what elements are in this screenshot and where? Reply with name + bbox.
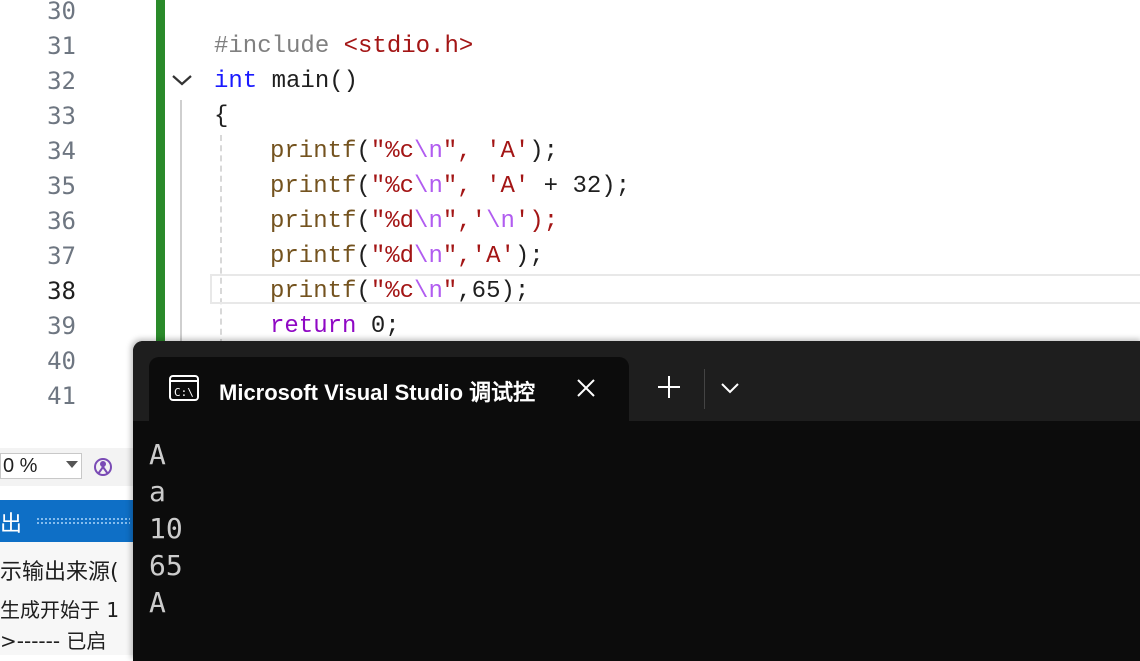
console-icon: C:\ (169, 375, 199, 401)
output-panel-title: 出 (0, 512, 23, 537)
char-argument: ,'A' (457, 243, 515, 270)
escape-sequence: \n (486, 208, 515, 235)
output-line: >------ 已启 (0, 629, 107, 653)
format-string: "%c (370, 278, 415, 305)
escape-sequence: \n (414, 138, 443, 165)
svg-text:C:\: C:\ (174, 386, 194, 399)
preprocessor-directive: #include (214, 33, 330, 60)
string-quote: " (442, 243, 458, 270)
debug-console-window[interactable]: C:\ Microsoft Visual Studio 调试控 A a 10 6… (133, 341, 1140, 661)
indent-guide (220, 135, 222, 345)
type-keyword: int (214, 68, 258, 95)
code-line-31: #include <stdio.h> (214, 29, 473, 64)
function-name: printf (270, 138, 357, 165)
output-line: 生成开始于 1 (0, 598, 120, 622)
chevron-down-icon[interactable] (719, 377, 741, 399)
function-name: printf (270, 278, 357, 305)
escape-sequence: \n (414, 208, 443, 235)
line-number: 35 (47, 172, 76, 200)
terminal-tab[interactable]: C:\ Microsoft Visual Studio 调试控 (149, 357, 629, 421)
line-number: 40 (47, 347, 76, 375)
function-name: printf (270, 208, 357, 235)
output-panel-body: 示输出来源( 生成开始于 1 >------ 已启 (0, 542, 135, 655)
code-cleanup-icon[interactable] (91, 455, 115, 479)
output-line: 示输出来源( (0, 560, 119, 585)
code-line-38: printf("%c\n",65); (270, 278, 530, 305)
line-number: 41 (47, 382, 76, 410)
console-line: 65 (149, 549, 183, 582)
fold-chevron-icon[interactable] (170, 68, 194, 92)
output-panel-header[interactable]: 出 (0, 500, 135, 542)
fold-region-line (180, 100, 182, 350)
terminal-tab-strip: C:\ Microsoft Visual Studio 调试控 (133, 341, 1140, 421)
string-quote: " (442, 138, 458, 165)
return-value: 0; (356, 313, 400, 340)
line-number: 30 (47, 0, 76, 25)
escape-sequence: \n (414, 278, 443, 305)
line-number: 31 (47, 32, 76, 60)
code-line-33: { (214, 99, 228, 134)
format-string: "%c (370, 173, 415, 200)
zoom-value: 0 % (3, 455, 38, 477)
console-line: A (149, 586, 166, 619)
return-keyword: return (270, 313, 357, 340)
terminal-tab-title: Microsoft Visual Studio 调试控 (219, 380, 536, 405)
line-number: 37 (47, 242, 76, 270)
expression-tail: + 32); (529, 173, 631, 200)
line-number: 36 (47, 207, 76, 235)
panel-drag-grip[interactable] (36, 517, 130, 525)
code-line-32: int main() (214, 64, 358, 99)
char-argument: , 'A' (457, 138, 530, 165)
statement-end: ); (529, 138, 559, 165)
escape-sequence: \n (414, 243, 443, 270)
open-brace: { (214, 103, 229, 130)
plus-icon[interactable] (655, 373, 683, 401)
close-icon[interactable] (573, 375, 599, 401)
format-string: "%d (370, 208, 415, 235)
line-number: 39 (47, 312, 76, 340)
code-line-37: printf("%d\n",'A'); (270, 243, 544, 270)
zoom-dropdown-caret-icon[interactable] (66, 461, 78, 468)
string-quote: " (442, 173, 458, 200)
editor-status-bar: 0 % (0, 448, 135, 486)
function-name: printf (270, 173, 357, 200)
change-tracking-bar (156, 0, 165, 360)
line-number-current: 38 (47, 277, 76, 305)
char-argument: , 'A' (457, 173, 530, 200)
format-string: "%d (370, 243, 415, 270)
code-line-35: printf("%c\n", 'A' + 32); (270, 173, 631, 200)
char-close: '); (514, 208, 559, 235)
line-number: 33 (47, 102, 76, 130)
string-quote: " (442, 278, 458, 305)
line-number: 32 (47, 67, 76, 95)
console-line: 10 (149, 512, 183, 545)
function-name: printf (270, 243, 357, 270)
include-header: <stdio.h> (343, 33, 474, 60)
console-output[interactable]: A a 10 65 A (149, 436, 183, 621)
code-line-39: return 0; (270, 309, 400, 344)
tab-separator (704, 369, 705, 409)
code-line-34: printf("%c\n", 'A'); (270, 138, 559, 165)
function-signature: main() (257, 68, 359, 95)
code-line-36: printf("%d\n",'\n'); (270, 208, 559, 235)
format-string: "%c (370, 138, 415, 165)
console-line: a (149, 475, 166, 508)
statement-end: ); (514, 243, 544, 270)
char-open: ,' (457, 208, 487, 235)
line-number: 34 (47, 137, 76, 165)
console-line: A (149, 438, 166, 471)
escape-sequence: \n (414, 173, 443, 200)
string-quote: " (442, 208, 458, 235)
int-argument: ,65); (457, 278, 530, 305)
